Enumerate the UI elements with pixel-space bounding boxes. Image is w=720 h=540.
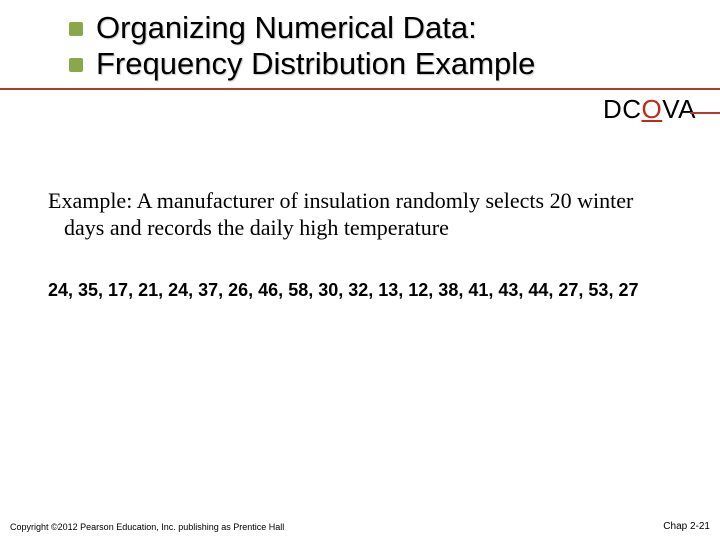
- title-bullet-1: [69, 22, 83, 36]
- dcova-a: A: [678, 94, 696, 124]
- data-values: 24, 35, 17, 21, 24, 37, 26, 46, 58, 30, …: [48, 280, 688, 301]
- title-underline: [0, 88, 720, 90]
- title-line-1: Organizing Numerical Data:: [96, 10, 686, 46]
- dcova-c: C: [622, 94, 641, 124]
- dcova-rule: [690, 112, 720, 114]
- footer-chapter: Chap 2-21: [663, 521, 710, 532]
- title-line-2: Frequency Distribution Example: [96, 46, 686, 82]
- slide-title: Organizing Numerical Data: Frequency Dis…: [96, 10, 686, 81]
- dcova-o: O: [642, 94, 663, 124]
- example-paragraph: Example: A manufacturer of insulation ra…: [48, 188, 678, 242]
- dcova-v: V: [662, 94, 678, 124]
- title-bullet-2: [69, 58, 83, 72]
- dcova-label: DCOVA: [603, 94, 696, 125]
- dcova-d: D: [603, 94, 622, 124]
- footer-copyright: Copyright ©2012 Pearson Education, Inc. …: [10, 522, 284, 532]
